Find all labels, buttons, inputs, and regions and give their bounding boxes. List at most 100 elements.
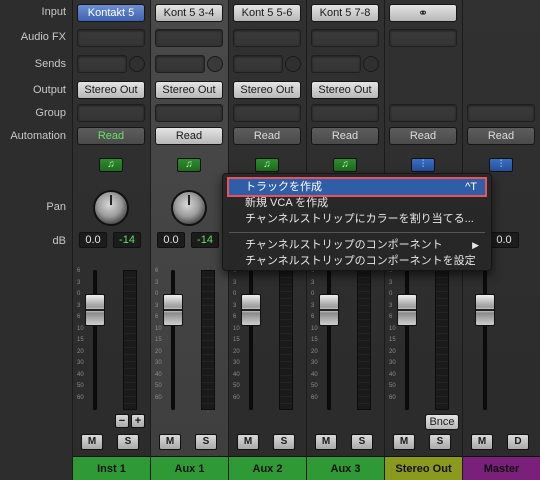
solo-button[interactable]: S (429, 434, 451, 450)
db-scale-mark: 3 (311, 279, 315, 286)
track-name[interactable]: Aux 1 (151, 456, 228, 480)
row-label-audio-fx: Audio FX (20, 31, 66, 43)
menu-item-new-vca[interactable]: 新規 VCA を作成 (229, 195, 485, 211)
midi-note-icon[interactable]: ♫ (255, 158, 279, 172)
volume-fader[interactable] (475, 294, 495, 326)
peak-readout[interactable]: -14 (113, 232, 141, 248)
input-slot[interactable]: Kontakt 5 (77, 4, 145, 22)
db-scale-mark: 10 (233, 325, 240, 332)
mute-button[interactable]: M (315, 434, 337, 450)
menu-item-create-track[interactable]: トラックを作成 ^T (227, 177, 487, 197)
group-slot[interactable] (233, 104, 301, 122)
db-scale-mark: 0 (389, 291, 393, 297)
audio-waveform-icon[interactable]: ⫶ (489, 158, 513, 172)
menu-item-configure-components[interactable]: チャンネルストリップのコンポーネントを設定 (229, 253, 485, 269)
output-slot[interactable]: Stereo Out (155, 81, 223, 99)
output-slot[interactable]: Stereo Out (311, 81, 379, 99)
group-slot[interactable] (77, 104, 145, 122)
menu-item-strip-components[interactable]: チャンネルストリップのコンポーネント ▶ (229, 237, 485, 253)
group-slot[interactable] (389, 104, 457, 122)
dim-button[interactable]: D (507, 434, 529, 450)
volume-readout[interactable]: 0.0 (489, 232, 519, 248)
volume-fader[interactable] (163, 294, 183, 326)
automation-mode-button[interactable]: Read (233, 127, 301, 145)
pan-knob[interactable] (93, 190, 129, 226)
input-slot[interactable]: ⚭ (389, 4, 457, 22)
link-rings-icon: ⚭ (417, 6, 429, 20)
audio-fx-slot[interactable] (155, 29, 223, 47)
midi-note-icon[interactable]: ♫ (177, 158, 201, 172)
volume-fader[interactable] (319, 294, 339, 326)
add-button[interactable]: + (131, 414, 145, 428)
mute-button[interactable]: M (159, 434, 181, 450)
db-scale-mark: 20 (155, 348, 162, 355)
audio-fx-slot[interactable] (77, 29, 145, 47)
menu-item-label: チャンネルストリップにカラーを割り当てる... (245, 213, 474, 225)
db-scale-mark: 40 (233, 371, 240, 378)
track-name[interactable]: Aux 3 (307, 456, 384, 480)
track-name[interactable]: Aux 2 (229, 456, 306, 480)
db-scale-mark: 40 (389, 371, 396, 378)
solo-button[interactable]: S (273, 434, 295, 450)
menu-item-assign-color[interactable]: チャンネルストリップにカラーを割り当てる... (229, 211, 485, 227)
db-scale-mark: 30 (311, 360, 318, 366)
automation-mode-button[interactable]: Read (311, 127, 379, 145)
automation-mode-button[interactable]: Read (77, 127, 145, 145)
send-knob-icon[interactable] (207, 56, 223, 72)
output-slot[interactable]: Stereo Out (233, 81, 301, 99)
audio-fx-slot[interactable] (311, 29, 379, 47)
db-scale-mark: 60 (77, 394, 84, 401)
automation-mode-button[interactable]: Read (389, 127, 457, 145)
db-scale-mark: 20 (389, 348, 396, 355)
mute-button[interactable]: M (81, 434, 103, 450)
midi-note-icon[interactable]: ♫ (99, 158, 123, 172)
midi-note-icon[interactable]: ♫ (333, 158, 357, 172)
volume-readout[interactable]: 0.0 (157, 232, 185, 248)
audio-waveform-icon[interactable]: ⫶ (411, 158, 435, 172)
db-scale-mark: 50 (155, 383, 162, 389)
remove-button[interactable]: − (115, 414, 129, 428)
volume-fader[interactable] (241, 294, 261, 326)
solo-button[interactable]: S (195, 434, 217, 450)
pan-knob[interactable] (171, 190, 207, 226)
mute-button[interactable]: M (471, 434, 493, 450)
db-scale-mark: 3 (311, 302, 315, 309)
send-knob-icon[interactable] (285, 56, 301, 72)
send-slot[interactable] (155, 55, 205, 73)
db-scale-mark: 50 (233, 383, 240, 389)
input-slot[interactable]: Kont 5 3-4 (155, 4, 223, 22)
output-slot[interactable]: Stereo Out (77, 81, 145, 99)
db-scale-mark: 0 (311, 291, 315, 297)
input-slot[interactable]: Kont 5 5-6 (233, 4, 301, 22)
menu-item-label: トラックを作成 (245, 181, 322, 193)
solo-button[interactable]: S (351, 434, 373, 450)
send-knob-icon[interactable] (363, 56, 379, 72)
group-slot[interactable] (467, 104, 535, 122)
mute-button[interactable]: M (393, 434, 415, 450)
audio-fx-slot[interactable] (389, 29, 457, 47)
audio-fx-slot[interactable] (233, 29, 301, 47)
peak-readout[interactable]: -14 (191, 232, 219, 248)
send-slot[interactable] (77, 55, 127, 73)
volume-readout[interactable]: 0.0 (79, 232, 107, 248)
db-scale-mark: 3 (155, 279, 159, 286)
track-name[interactable]: Stereo Out (385, 456, 462, 480)
automation-mode-button[interactable]: Read (155, 127, 223, 145)
input-slot[interactable]: Kont 5 7-8 (311, 4, 379, 22)
row-label-db: dB (52, 235, 66, 247)
mute-button[interactable]: M (237, 434, 259, 450)
db-scale-mark: 10 (77, 325, 84, 332)
group-slot[interactable] (311, 104, 379, 122)
automation-mode-button[interactable]: Read (467, 127, 535, 145)
track-name[interactable]: Master (463, 456, 540, 480)
solo-button[interactable]: S (117, 434, 139, 450)
send-slot[interactable] (311, 55, 361, 73)
volume-fader[interactable] (85, 294, 105, 326)
volume-fader[interactable] (397, 294, 417, 326)
bounce-button[interactable]: Bnce (425, 414, 459, 430)
send-slot[interactable] (233, 55, 283, 73)
db-scale-mark: 60 (155, 394, 162, 401)
track-name[interactable]: Inst 1 (73, 456, 150, 480)
send-knob-icon[interactable] (129, 56, 145, 72)
group-slot[interactable] (155, 104, 223, 122)
